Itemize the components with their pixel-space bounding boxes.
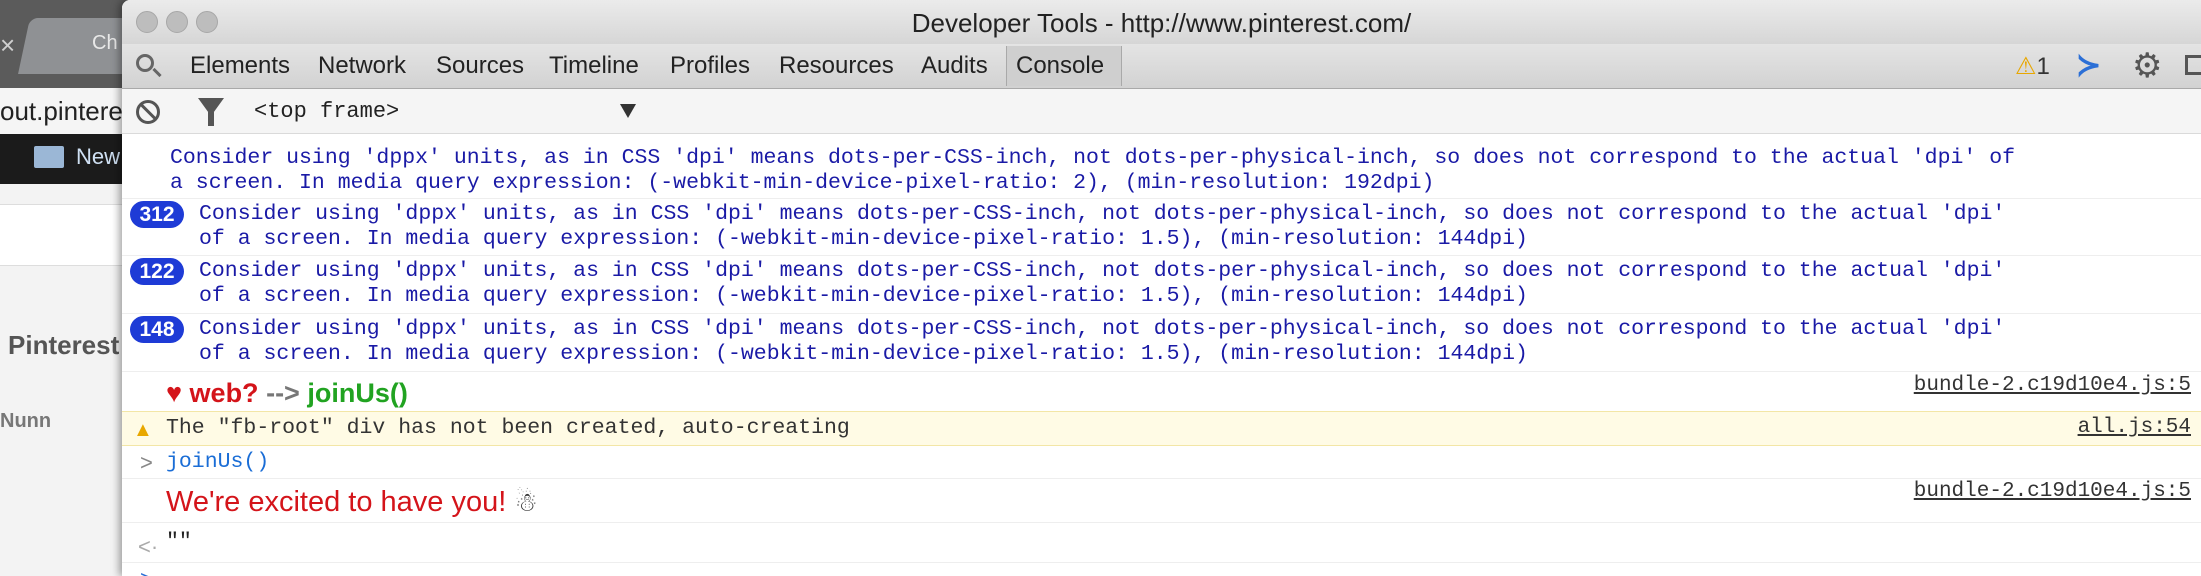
bookmark-label[interactable]: New [76, 144, 120, 170]
tab-network[interactable]: Network [318, 52, 406, 80]
repeat-count-badge: 122 [130, 258, 184, 285]
source-link[interactable]: bundle-2.c19d10e4.js:5 [1914, 374, 2191, 397]
warning-icon: ▲ [133, 419, 153, 441]
message-line: of a screen. In media query expression: … [199, 284, 1528, 308]
styled-log-message: We're excited to have you! ☃ [166, 486, 538, 519]
row-divider [122, 371, 2201, 372]
tab-resources[interactable]: Resources [779, 52, 894, 80]
message-line: Consider using 'dppx' units, as in CSS '… [199, 317, 2006, 341]
styled-log-message: ♥ web? --> joinUs() [166, 378, 408, 409]
message-line: of a screen. In media query expression: … [199, 227, 1528, 251]
snowman-icon: ☃ [514, 487, 538, 517]
devtools-toolbar [122, 44, 2201, 89]
browser-tab-title: Ch [92, 32, 118, 54]
background-browser-window: × Ch out.pintere New Pinterest Nunn [0, 0, 130, 576]
console-message: Consider using 'dppx' units, as in CSS '… [199, 259, 2005, 309]
warning-count-badge[interactable]: ⚠1 [2015, 52, 2050, 81]
message-line: Consider using 'dppx' units, as in CSS '… [199, 259, 2006, 283]
browser-url-text: out.pintere [0, 96, 123, 126]
tab-close-icon[interactable]: × [0, 30, 15, 61]
message-line: Consider using 'dppx' units, as in CSS '… [199, 202, 2006, 226]
styled-log-arrow: --> [266, 378, 300, 408]
console-message: Consider using 'dppx' units, as in CSS '… [170, 146, 2015, 196]
row-divider [122, 562, 2201, 563]
tab-timeline[interactable]: Timeline [549, 52, 639, 80]
warning-count: 1 [2036, 53, 2050, 80]
folder-icon [34, 146, 64, 168]
result-arrow-icon: <· [138, 534, 159, 559]
tab-sources[interactable]: Sources [436, 52, 524, 80]
row-divider [122, 478, 2201, 479]
heart-icon: ♥ [166, 378, 183, 408]
devtools-window: Developer Tools - http://www.pinterest.c… [122, 0, 2201, 576]
chevron-right-icon: > [140, 450, 153, 475]
page-content [0, 184, 130, 576]
repeat-count-badge: 148 [130, 316, 184, 343]
page-heading: Pinterest [8, 330, 120, 360]
row-divider [122, 313, 2201, 314]
row-divider [122, 198, 2201, 199]
styled-log-part2: joinUs() [307, 378, 408, 408]
row-divider [122, 255, 2201, 256]
tab-console[interactable]: Console [1016, 52, 1104, 80]
warning-icon: ⚠ [2015, 53, 2037, 80]
repeat-count-badge: 312 [130, 201, 184, 228]
warning-message: The "fb-root" div has not been created, … [166, 416, 850, 440]
chevron-down-icon[interactable] [620, 104, 636, 118]
console-result: "" [166, 530, 192, 554]
tab-audits[interactable]: Audits [921, 52, 988, 80]
excited-text: We're excited to have you! [166, 486, 507, 518]
styled-log-part1: web? [189, 378, 259, 408]
dock-icon[interactable] [2185, 55, 2201, 75]
message-line: of a screen. In media query expression: … [199, 342, 1528, 366]
clear-console-icon[interactable] [136, 100, 160, 124]
tab-profiles[interactable]: Profiles [670, 52, 750, 80]
search-icon[interactable] [136, 54, 154, 72]
console-prompt-icon[interactable]: > [140, 566, 153, 576]
window-title: Developer Tools - http://www.pinterest.c… [911, 8, 1412, 38]
message-line: a screen. In media query expression: (-w… [170, 171, 1435, 195]
console-command: joinUs() [166, 450, 270, 474]
console-filter-bar [122, 89, 2201, 134]
row-divider [122, 522, 2201, 523]
source-link[interactable]: bundle-2.c19d10e4.js:5 [1914, 480, 2191, 503]
filter-icon[interactable] [198, 98, 224, 126]
frame-selector[interactable]: <top frame> [254, 99, 399, 124]
console-message: Consider using 'dppx' units, as in CSS '… [199, 202, 2005, 252]
page-text: Nunn [0, 410, 52, 432]
console-message: Consider using 'dppx' units, as in CSS '… [199, 317, 2005, 367]
message-line: Consider using 'dppx' units, as in CSS '… [170, 146, 2016, 170]
console-drawer-icon[interactable]: ≻ [2076, 48, 2101, 83]
tab-elements[interactable]: Elements [190, 52, 290, 80]
gear-icon[interactable]: ⚙ [2132, 46, 2162, 86]
source-link[interactable]: all.js:54 [2078, 416, 2191, 439]
